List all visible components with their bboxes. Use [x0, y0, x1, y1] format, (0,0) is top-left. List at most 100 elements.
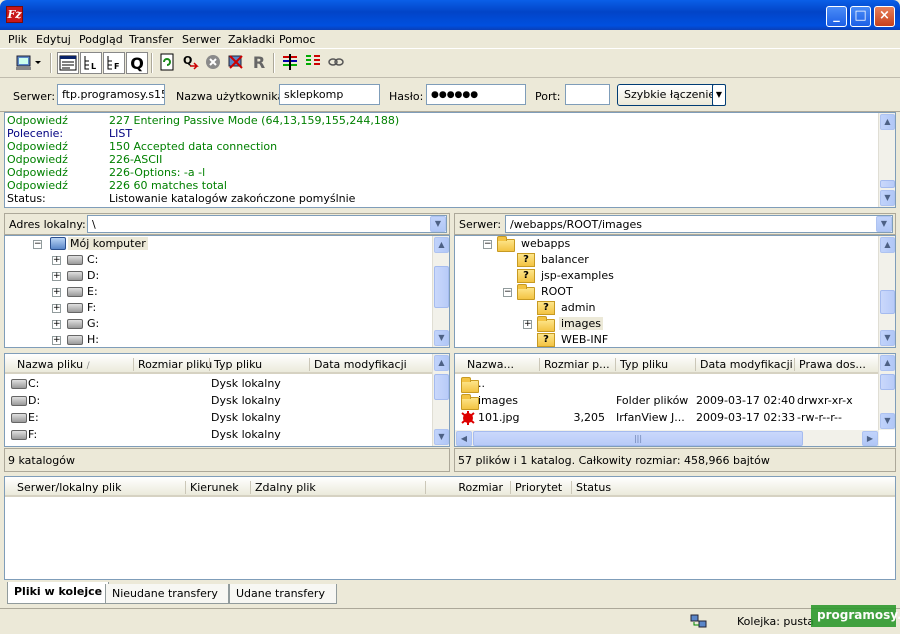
remote-tree-scrollbar[interactable]: ▲ ▼ [878, 236, 895, 347]
scroll-down-arrow[interactable]: ▼ [434, 429, 449, 445]
table-row[interactable]: C: Dysk lokalny [5, 376, 433, 392]
remote-path-dropdown[interactable]: ▼ [876, 216, 892, 232]
menu-serwer[interactable]: Serwer [182, 33, 221, 46]
process-queue-icon[interactable]: Q [179, 52, 201, 74]
server-input[interactable]: ftp.programosy.s15 [57, 84, 165, 105]
scroll-thumb[interactable] [434, 266, 449, 308]
log-scrollbar[interactable]: ▲ ▼ [878, 113, 895, 207]
local-list-scrollbar[interactable]: ▲ ▼ [432, 354, 449, 446]
column-header-type[interactable]: Typ pliku [209, 358, 262, 371]
column-header-date[interactable]: Data modyfikacji [695, 358, 793, 371]
local-file-list[interactable]: Nazwa pliku ∕ Rozmiar pliku Typ pliku Da… [4, 353, 450, 447]
quickconnect-button[interactable]: Szybkie łączenie [617, 84, 723, 106]
tree-item-folder[interactable]: ? jsp-examples [455, 268, 875, 284]
column-header-name[interactable]: Nazwa... [463, 358, 514, 371]
table-row[interactable]: .. [455, 376, 879, 393]
tree-item-drive[interactable]: + E: [5, 284, 425, 300]
column-header-date[interactable]: Data modyfikacji [309, 358, 407, 371]
column-header-type[interactable]: Typ pliku [615, 358, 668, 371]
directory-compare-icon[interactable] [279, 52, 301, 74]
column-header-remote-file[interactable]: Zdalny plik [250, 481, 316, 494]
tab-queued-files[interactable]: Pliki w kolejce [7, 582, 110, 604]
scroll-thumb[interactable] [880, 290, 895, 314]
username-input[interactable]: sklepkomp [279, 84, 380, 105]
tree-item-folder[interactable]: + images [455, 316, 875, 332]
scroll-up-arrow[interactable]: ▲ [880, 355, 895, 371]
expand-icon[interactable]: + [52, 272, 61, 281]
scroll-down-arrow[interactable]: ▼ [880, 413, 895, 429]
table-row[interactable]: 101.jpg 3,205 IrfanView J... 2009-03-17 02:… [455, 410, 879, 426]
search-remote-icon[interactable] [325, 52, 347, 74]
column-header-status[interactable]: Status [571, 481, 611, 494]
tree-item-folder[interactable]: − webapps [455, 236, 875, 252]
scroll-down-arrow[interactable]: ▼ [880, 330, 895, 346]
sync-browsing-icon[interactable] [302, 52, 324, 74]
column-header-permissions[interactable]: Prawa dos... [794, 358, 866, 371]
expand-icon[interactable]: + [52, 256, 61, 265]
column-header-size[interactable]: Rozmiar [425, 481, 503, 494]
quickconnect-history-dropdown[interactable]: ▼ [712, 84, 726, 106]
tab-failed-transfers[interactable]: Nieudane transfery [105, 584, 229, 604]
tree-item-drive[interactable]: + D: [5, 268, 425, 284]
remote-file-list[interactable]: Nazwa... Rozmiar p... Typ pliku Data mod… [454, 353, 896, 447]
menu-edytuj[interactable]: Edytuj [36, 33, 71, 46]
toggle-log-icon[interactable] [57, 52, 79, 74]
column-header-size[interactable]: Rozmiar p... [539, 358, 610, 371]
column-header-name[interactable]: Nazwa pliku ∕ [13, 358, 90, 371]
message-log[interactable]: Odpowiedź 227 Entering Passive Mode (64,1… [4, 112, 896, 208]
tree-item-folder[interactable]: ? balancer [455, 252, 875, 268]
scroll-thumb[interactable] [880, 374, 895, 390]
menu-transfer[interactable]: Transfer [129, 33, 173, 46]
disconnect-icon[interactable] [225, 52, 247, 74]
column-header-size[interactable]: Rozmiar pliku [133, 358, 212, 371]
close-button[interactable]: × [874, 6, 895, 27]
remote-tree[interactable]: ▲ ▼ − webapps? balancer? jsp-examples − ROOT?… [454, 235, 896, 348]
table-row[interactable]: E: Dysk lokalny [5, 410, 433, 426]
maximize-button[interactable]: □ [850, 6, 871, 27]
table-row[interactable]: F: Dysk lokalny [5, 427, 433, 443]
collapse-icon[interactable]: − [33, 240, 42, 249]
collapse-icon[interactable]: − [503, 288, 512, 297]
tree-item-drive[interactable]: + H: [5, 332, 425, 347]
password-input[interactable]: ●●●●●● [426, 84, 526, 105]
expand-icon[interactable]: + [52, 288, 61, 297]
scroll-down-arrow[interactable]: ▼ [434, 330, 449, 346]
remote-list-hscrollbar[interactable]: ◀ ||| ▶ [455, 430, 879, 446]
scroll-up-arrow[interactable]: ▲ [434, 355, 449, 371]
scroll-down-arrow[interactable]: ▼ [880, 190, 895, 206]
refresh-icon[interactable] [156, 52, 178, 74]
toggle-remote-tree-icon[interactable]: F [103, 52, 125, 74]
local-path-dropdown[interactable]: ▼ [430, 216, 446, 232]
table-row[interactable]: images Folder plików 2009-03-17 02:40 drwxr… [455, 393, 879, 410]
collapse-icon[interactable]: − [483, 240, 492, 249]
scroll-thumb[interactable] [880, 180, 895, 188]
scroll-up-arrow[interactable]: ▲ [434, 237, 449, 253]
cancel-icon[interactable] [202, 52, 224, 74]
scroll-up-arrow[interactable]: ▲ [880, 237, 895, 253]
scroll-left-arrow[interactable]: ◀ [456, 431, 472, 446]
remote-list-vscrollbar[interactable]: ▲ ▼ [878, 354, 895, 430]
toggle-queue-icon[interactable]: Q [126, 52, 148, 74]
column-header-priority[interactable]: Priorytet [510, 481, 562, 494]
remote-path-input[interactable]: /webapps/ROOT/images [505, 215, 893, 233]
tree-item-my-computer[interactable]: − Mój komputer [5, 236, 425, 252]
expand-icon[interactable]: + [523, 320, 532, 329]
expand-icon[interactable]: + [52, 320, 61, 329]
scroll-thumb[interactable]: ||| [473, 431, 803, 446]
tree-item-drive[interactable]: + F: [5, 300, 425, 316]
port-input[interactable] [565, 84, 610, 105]
tab-successful-transfers[interactable]: Udane transfery [229, 584, 337, 604]
expand-icon[interactable]: + [52, 336, 61, 345]
tree-item-folder[interactable]: ? WEB-INF [455, 332, 875, 347]
menu-podglad[interactable]: Podgląd [79, 33, 123, 46]
menu-plik[interactable]: Plik [8, 33, 27, 46]
local-path-input[interactable]: \ [87, 215, 447, 233]
expand-icon[interactable]: + [52, 304, 61, 313]
menu-zakladki[interactable]: Zakładki [228, 33, 275, 46]
title-bar[interactable]: Fz _ □ × [0, 0, 900, 30]
tree-item-drive[interactable]: + G: [5, 316, 425, 332]
menu-pomoc[interactable]: Pomoc [279, 33, 315, 46]
filezilla-app-icon[interactable]: Fz [6, 6, 23, 23]
site-manager-icon[interactable] [12, 52, 44, 74]
local-tree[interactable]: − Mój komputer ▲ ▼ + C: + D: + E: + F: + G: + H: [4, 235, 450, 348]
